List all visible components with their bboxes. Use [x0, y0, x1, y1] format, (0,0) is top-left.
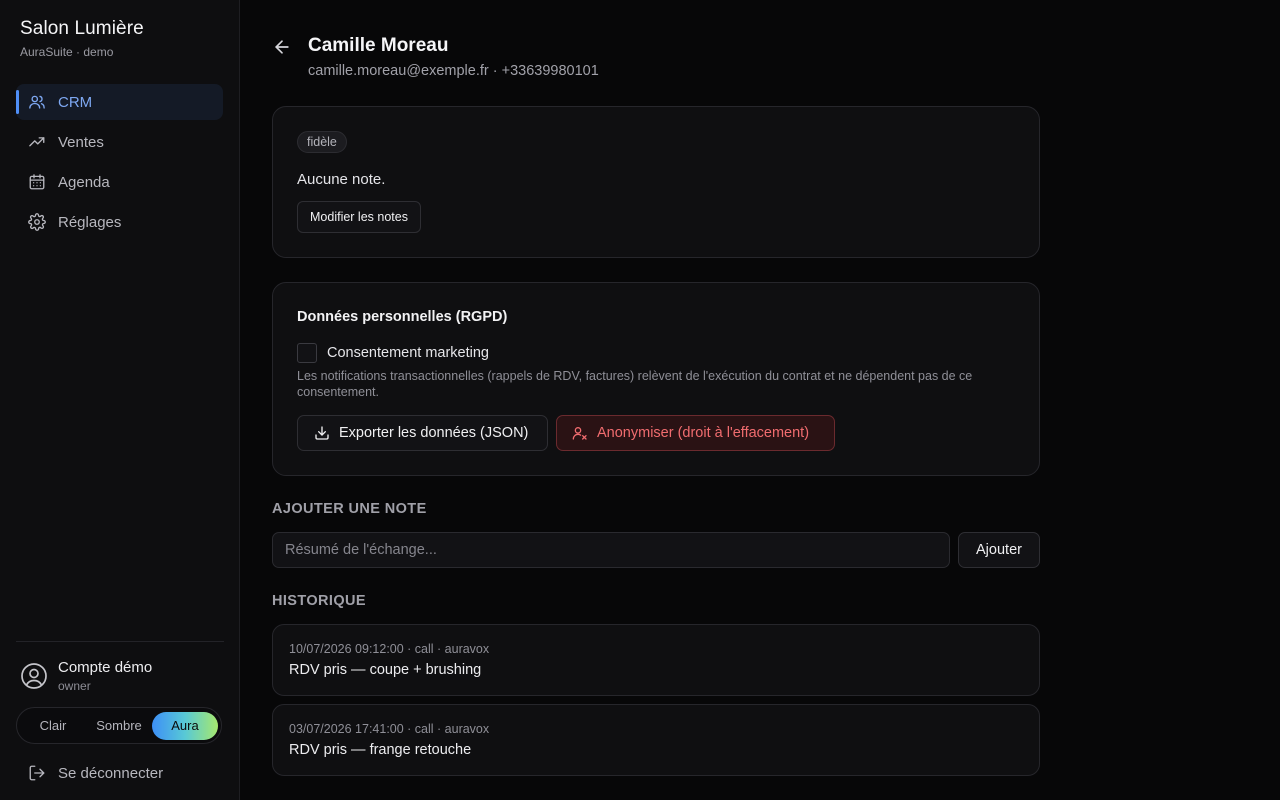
- sidebar-item-agenda[interactable]: Agenda: [16, 164, 223, 200]
- sidebar-item-reglages[interactable]: Réglages: [16, 204, 223, 240]
- consent-label: Consentement marketing: [327, 345, 489, 361]
- notes-card: fidèle Aucune note. Modifier les notes: [272, 106, 1040, 258]
- client-contact: camille.moreau@exemple.fr · +33639980101: [308, 63, 599, 79]
- brand-subtitle: AuraSuite · demo: [20, 45, 114, 59]
- download-icon: [314, 425, 330, 441]
- client-tag: fidèle: [297, 131, 347, 153]
- page-title: Camille Moreau: [308, 35, 449, 56]
- add-note-button[interactable]: Ajouter: [958, 532, 1040, 568]
- sidebar-item-ventes[interactable]: Ventes: [16, 124, 223, 160]
- marketing-consent-checkbox[interactable]: [297, 343, 317, 363]
- back-button[interactable]: [272, 37, 292, 57]
- theme-option-aura[interactable]: Aura: [152, 711, 218, 740]
- history-meta: 10/07/2026 09:12:00 · call · auravox: [289, 642, 490, 656]
- add-note-heading: AJOUTER UNE NOTE: [272, 501, 427, 517]
- history-item: 03/07/2026 17:41:00 · call · auravox RDV…: [272, 704, 1040, 776]
- consent-help-text: Les notifications transactionnelles (rap…: [297, 369, 973, 399]
- logout-button[interactable]: Se déconnecter: [28, 764, 163, 782]
- theme-switch: Clair Sombre Aura: [16, 707, 222, 744]
- history-item: 10/07/2026 09:12:00 · call · auravox RDV…: [272, 624, 1040, 696]
- notes-text: Aucune note.: [297, 171, 386, 188]
- brand: Salon Lumière AuraSuite · demo: [20, 18, 144, 59]
- theme-option-sombre[interactable]: Sombre: [86, 712, 152, 740]
- account-name: Compte démo: [58, 659, 153, 676]
- anonymize-button[interactable]: Anonymiser (droit à l'effacement): [556, 415, 835, 451]
- sidebar-item-label: Agenda: [58, 173, 110, 191]
- consent-row: Consentement marketing: [297, 343, 489, 363]
- export-label: Exporter les données (JSON): [339, 425, 529, 441]
- sidebar-item-label: Réglages: [58, 213, 122, 231]
- users-icon: [28, 93, 46, 111]
- gear-icon: [28, 213, 46, 231]
- sidebar-divider: [16, 641, 224, 642]
- export-data-button[interactable]: Exporter les données (JSON): [297, 415, 548, 451]
- note-input[interactable]: [272, 532, 950, 568]
- account-role: owner: [58, 679, 91, 693]
- account-info: Compte démo owner: [20, 659, 152, 693]
- sidebar-item-label: Ventes: [58, 133, 104, 151]
- history-meta: 03/07/2026 17:41:00 · call · auravox: [289, 722, 490, 736]
- edit-notes-button[interactable]: Modifier les notes: [297, 201, 421, 233]
- rgpd-title: Données personnelles (RGPD): [297, 309, 508, 325]
- theme-option-clair[interactable]: Clair: [20, 712, 86, 740]
- main-nav: CRM Ventes Agenda Réglages: [16, 84, 223, 244]
- brand-title: Salon Lumière: [20, 18, 144, 39]
- anonymize-label: Anonymiser (droit à l'effacement): [597, 425, 810, 441]
- logout-icon: [28, 764, 46, 782]
- user-x-icon: [572, 425, 588, 441]
- history-heading: HISTORIQUE: [272, 593, 366, 609]
- arrow-left-icon: [275, 40, 289, 54]
- calendar-icon: [28, 173, 46, 191]
- logout-label: Se déconnecter: [58, 764, 164, 782]
- sidebar-item-crm[interactable]: CRM: [16, 84, 223, 120]
- history-text: RDV pris — frange retouche: [289, 742, 472, 758]
- history-text: RDV pris — coupe + brushing: [289, 662, 482, 678]
- sidebar-item-label: CRM: [58, 93, 93, 111]
- sidebar: Salon Lumière AuraSuite · demo CRM Vente…: [0, 0, 240, 800]
- user-circle-icon: [20, 662, 48, 690]
- rgpd-card: Données personnelles (RGPD) Consentement…: [272, 282, 1040, 476]
- trending-up-icon: [28, 133, 46, 151]
